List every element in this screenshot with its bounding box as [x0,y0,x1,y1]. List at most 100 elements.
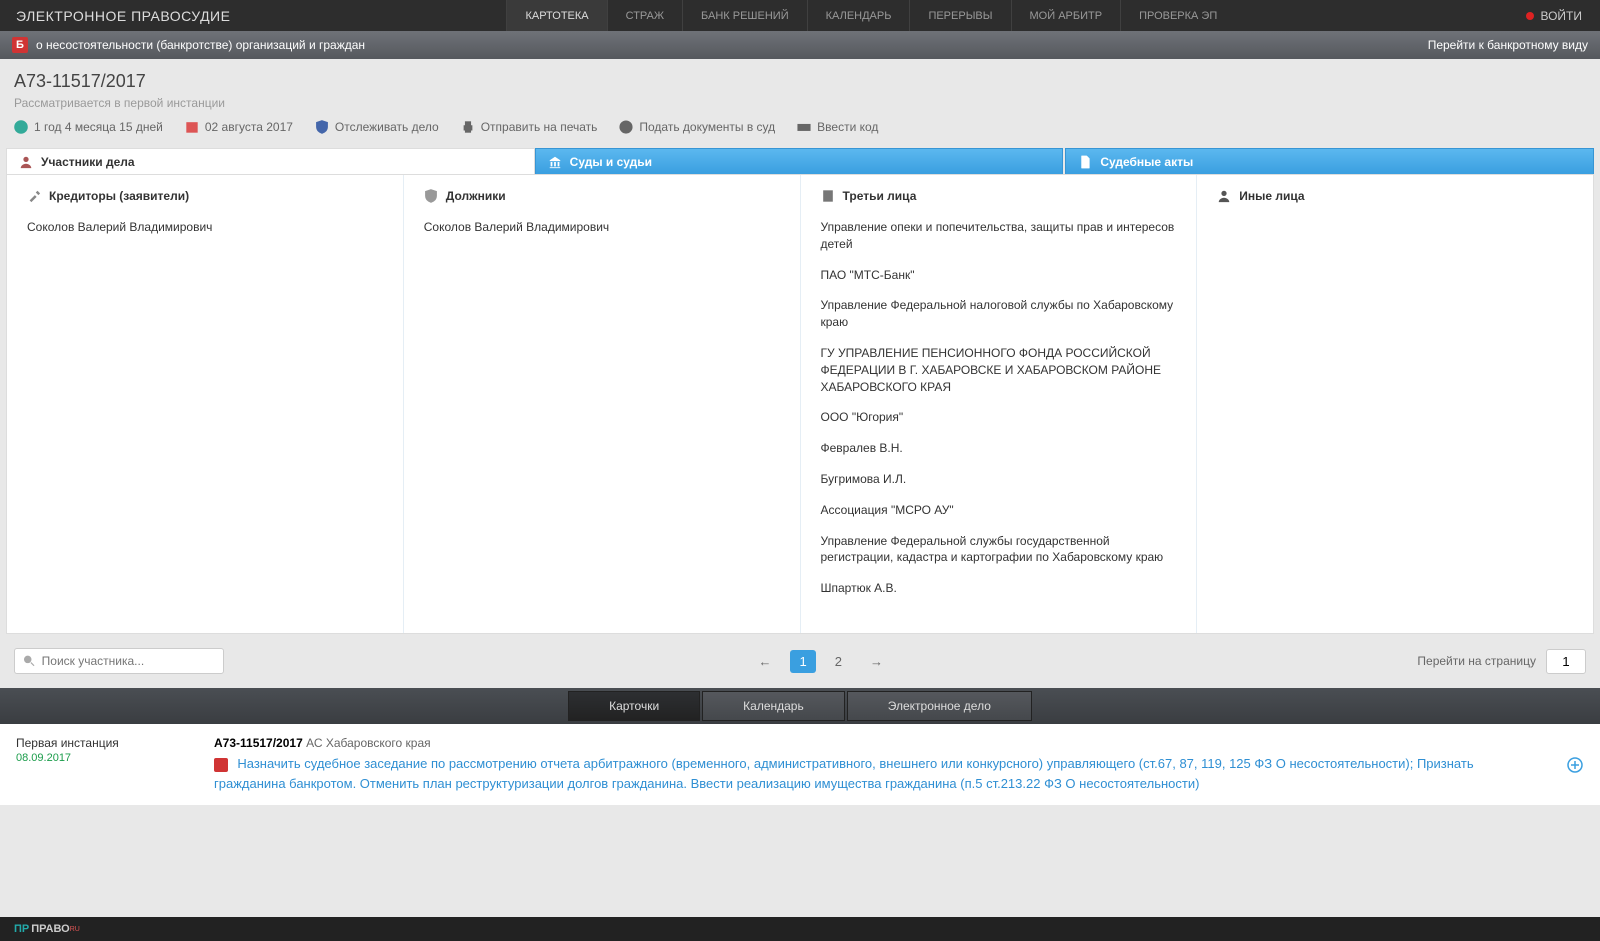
code-button[interactable]: Ввести код [797,120,878,134]
pager-goto: Перейти на страницу [1417,649,1586,674]
goto-label: Перейти на страницу [1417,654,1536,668]
nav-calendar[interactable]: КАЛЕНДАРЬ [807,0,910,31]
col-creditors: Кредиторы (заявители) Соколов Валерий Вл… [7,175,403,633]
pager-next[interactable]: → [861,650,892,673]
case-status: Рассматривается в первой инстанции [14,96,1586,110]
add-button[interactable] [1566,756,1584,774]
list-item[interactable]: Бугримова И.Л. [821,471,1177,488]
viewmode-cards[interactable]: Карточки [568,691,700,721]
printer-icon [461,120,475,134]
pager-bar: ← 1 2 → Перейти на страницу [0,634,1600,688]
footer-suffix: RU [70,926,80,933]
footer-brand-prefix: ПР [14,923,29,935]
submit-button[interactable]: Подать документы в суд [619,120,775,134]
pager: ← 1 2 → [749,650,891,673]
nav-items: КАРТОТЕКА СТРАЖ БАНК РЕШЕНИЙ КАЛЕНДАРЬ П… [506,0,1235,31]
person-icon [19,155,33,169]
pager-prev[interactable]: ← [749,650,780,673]
hammer-icon [27,189,41,203]
instance-row: Первая инстанция 08.09.2017 А73-11517/20… [0,724,1600,805]
list-item[interactable]: Управление опеки и попечительства, защит… [821,219,1177,253]
clock-icon [14,120,28,134]
case-ref-number: А73-11517/2017 [214,736,303,750]
case-header: А73-11517/2017 Рассматривается в первой … [0,59,1600,142]
watch-button[interactable]: Отслеживать дело [315,120,439,134]
print-label: Отправить на печать [481,120,598,134]
date-indicator: 02 августа 2017 [185,120,293,134]
doc-row: Назначить судебное заседание по рассмотр… [214,754,1538,793]
page-1[interactable]: 1 [790,650,815,673]
watch-label: Отслеживать дело [335,120,439,134]
doc-link[interactable]: Назначить судебное заседание по рассмотр… [214,756,1474,791]
nav-bank[interactable]: БАНК РЕШЕНИЙ [682,0,807,31]
shield-icon [315,120,329,134]
print-button[interactable]: Отправить на печать [461,120,598,134]
shield-outline-icon [424,189,438,203]
notice-link[interactable]: Перейти к банкротному виду [1428,38,1588,52]
footer-brand: ПРАВО [31,923,69,935]
third-header: Третьи лица [843,189,917,203]
pdf-icon[interactable] [214,758,228,772]
login-label: ВОЙТИ [1540,9,1582,23]
nav-breaks[interactable]: ПЕРЕРЫВЫ [909,0,1010,31]
nav-epcheck[interactable]: ПРОВЕРКА ЭП [1120,0,1235,31]
goto-input[interactable] [1546,649,1586,674]
instance-meta: Первая инстанция 08.09.2017 [16,736,186,793]
search-input[interactable] [42,654,215,668]
tabs-row: Участники дела Суды и судьи Судебные акт… [6,148,1594,174]
tab-acts-label: Судебные акты [1100,155,1193,169]
list-item[interactable]: Управление Федеральной налоговой службы … [821,297,1177,331]
instance-title: Первая инстанция [16,736,186,750]
footer: ПР ПРАВО RU [0,917,1600,941]
case-ref: А73-11517/2017 АС Хабаровского края [214,736,1538,750]
list-item[interactable]: Соколов Валерий Владимирович [424,219,780,236]
logo: ЭЛЕКТРОННОЕ ПРАВОСУДИЕ [0,8,246,24]
login-dot-icon [1526,12,1534,20]
list-item[interactable]: Соколов Валерий Владимирович [27,219,383,236]
nav-strazh[interactable]: СТРАЖ [607,0,682,31]
plus-icon [1567,757,1583,773]
list-item[interactable]: Ассоциация "МСРО АУ" [821,502,1177,519]
nav-arbiter[interactable]: МОЙ АРБИТР [1011,0,1121,31]
list-item[interactable]: ПАО "МТС-Банк" [821,267,1177,284]
calendar-icon [185,120,199,134]
tab-participants[interactable]: Участники дела [6,148,535,174]
search-box[interactable] [14,648,224,674]
participants-panel: Кредиторы (заявители) Соколов Валерий Вл… [6,174,1594,634]
viewmode-calendar[interactable]: Календарь [702,691,845,721]
court-icon [548,155,562,169]
viewmode-efile[interactable]: Электронное дело [847,691,1032,721]
tab-courts[interactable]: Суды и судьи [535,148,1064,174]
other-header: Иные лица [1239,189,1304,203]
case-number: А73-11517/2017 [14,71,1586,92]
document-icon [1078,155,1092,169]
notice-bar: Б о несостоятельности (банкротстве) орга… [0,31,1600,59]
list-item[interactable]: ООО "Югория" [821,409,1177,426]
instance-date: 08.09.2017 [16,752,186,764]
creditors-header: Кредиторы (заявители) [49,189,189,203]
viewmode-bar: Карточки Календарь Электронное дело [0,688,1600,724]
list-item[interactable]: ГУ УПРАВЛЕНИЕ ПЕНСИОННОГО ФОНДА РОССИЙСК… [821,345,1177,395]
bankruptcy-badge-icon: Б [12,37,28,53]
col-debtors: Должники Соколов Валерий Владимирович [403,175,800,633]
code-label: Ввести код [817,120,878,134]
nav-kartoteka[interactable]: КАРТОТЕКА [506,0,606,31]
page-2[interactable]: 2 [826,650,851,673]
case-actions: 1 год 4 месяца 15 дней 02 августа 2017 О… [14,120,1586,134]
top-nav: ЭЛЕКТРОННОЕ ПРАВОСУДИЕ КАРТОТЕКА СТРАЖ Б… [0,0,1600,31]
list-item[interactable]: Шпартюк А.В. [821,580,1177,597]
list-item[interactable]: Февралев В.Н. [821,440,1177,457]
keyboard-icon [797,120,811,134]
duration-indicator: 1 год 4 месяца 15 дней [14,120,163,134]
date-text: 02 августа 2017 [205,120,293,134]
building-icon [821,189,835,203]
col-third-parties: Третьи лица Управление опеки и попечител… [800,175,1197,633]
person-solid-icon [1217,189,1231,203]
notice-text: о несостоятельности (банкротстве) органи… [36,38,365,52]
debtors-header: Должники [446,189,506,203]
tab-acts[interactable]: Судебные акты [1065,148,1594,174]
instance-body: А73-11517/2017 АС Хабаровского края Назн… [214,736,1538,793]
login-button[interactable]: ВОЙТИ [1508,9,1600,23]
list-item[interactable]: Управление Федеральной службы государств… [821,533,1177,567]
tab-participants-label: Участники дела [41,155,135,169]
